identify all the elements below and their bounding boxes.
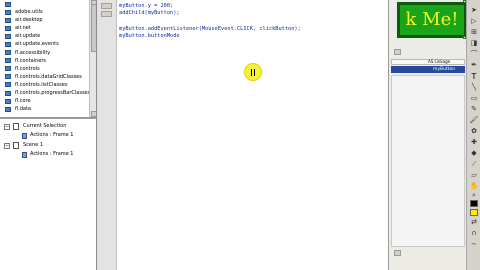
collapse-icon[interactable]: − [4,142,10,149]
library-button[interactable] [394,49,401,55]
package-icon [5,66,11,72]
pencil-tool-icon[interactable]: ✎ [469,105,479,114]
deco-tool-icon[interactable]: ✿ [469,127,479,136]
scene-actions-row[interactable]: Actions : Frame 1 [22,150,73,159]
code-line[interactable]: myButton.addEventListener(MouseEvent.CLI… [119,26,301,32]
subselect-tool-icon[interactable]: ▷ [469,17,479,26]
tree-item[interactable]: fl.controls.listClasses [0,81,96,89]
collapse-icon[interactable]: − [4,123,10,130]
tree-item[interactable]: air.desktop [0,16,96,24]
eraser-tool-icon[interactable]: ▱ [469,171,479,180]
code-line[interactable]: myButton.buttonMode [119,33,180,39]
tree-item[interactable]: air.update.events [0,40,96,48]
stage-click-button[interactable]: k Me! [397,2,467,38]
bucket-tool-icon[interactable]: ◆ [469,149,479,158]
package-icon [5,82,11,88]
current-selection-row[interactable]: − Current Selection [4,122,66,131]
lasso-tool-icon[interactable]: ⌒ [469,50,479,59]
editor-gutter [97,0,117,270]
snap-icon[interactable]: ∩ [469,229,479,238]
tree-scrollbar[interactable] [89,0,96,117]
zoom-tool-icon[interactable]: ⌕ [469,191,479,200]
tree-item[interactable]: fl.core [0,97,96,105]
package-icon [5,17,11,23]
library-list[interactable] [391,75,465,247]
gutter-button[interactable] [101,3,112,9]
script-navigator: − Current Selection Actions : Frame 1 − … [0,117,97,270]
tree-item[interactable]: fl.containers [0,57,96,65]
gradient-tool-icon[interactable]: ◨ [469,39,479,48]
tree-item[interactable]: air.net [0,24,96,32]
package-icon [5,90,11,96]
document-icon [13,123,19,130]
text-tool-icon[interactable]: T [469,72,479,81]
stage-library-panel: k Me! AS Linkage myButton [388,0,467,270]
transform-tool-icon[interactable]: ⊞ [469,28,479,37]
actions-icon [22,132,27,139]
package-icon [5,74,11,80]
eyedropper-tool-icon[interactable]: ⟋ [469,160,479,169]
rectangle-tool-icon[interactable]: ▭ [469,94,479,103]
tree-item[interactable]: fl.data [0,105,96,113]
pen-tool-icon[interactable]: ✒ [469,61,479,70]
package-icon [5,33,11,39]
stroke-color-swatch[interactable] [470,200,478,207]
library-button[interactable] [394,250,401,256]
package-icon [5,106,11,112]
actions-icon [22,151,27,158]
arrow-tool-icon[interactable]: ➤ [469,6,479,15]
tree-item[interactable]: fl.accessibility [0,49,96,57]
tree-item[interactable] [0,0,96,8]
tree-item[interactable]: adobe.utils [0,8,96,16]
swap-colors-icon[interactable]: ⇄ [469,218,479,227]
hand-tool-icon[interactable]: ✋ [469,182,479,191]
package-icon [5,58,11,64]
library-linkage-dropdown[interactable]: AS Linkage [391,59,465,65]
tree-item[interactable]: fl.controls [0,65,96,73]
code-editor[interactable]: myButton.y = 200; addChild(myButton); my… [117,0,388,270]
gutter-button[interactable] [101,11,112,17]
package-tree[interactable]: adobe.utils air.desktop air.net air.upda… [0,0,97,117]
code-line[interactable]: myButton.y = 200; [119,3,173,9]
package-icon [5,1,11,7]
tree-item[interactable]: fl.controls.progressBarClasses [0,89,96,97]
package-icon [5,25,11,31]
scene-icon [13,142,19,149]
tree-item[interactable]: fl.controls.dataGridClasses [0,73,96,81]
package-icon [5,9,11,15]
tree-item[interactable]: air.update [0,32,96,40]
tools-panel: ➤ ▷ ⊞ ◨ ⌒ ✒ T ╲ ▭ ✎ 🖌 ✿ ✚ ◆ ⟋ ▱ ✋ ⌕ ⇄ ∩ … [466,0,480,270]
library-item-mybutton[interactable]: myButton [391,66,465,73]
bone-tool-icon[interactable]: ✚ [469,138,479,147]
brush-tool-icon[interactable]: 🖌 [469,116,479,125]
tree-list: adobe.utils air.desktop air.net air.upda… [0,0,96,113]
package-icon [5,98,11,104]
smooth-icon[interactable]: ∼ [469,240,479,249]
scene-row[interactable]: − Scene 1 [4,141,43,150]
line-tool-icon[interactable]: ╲ [469,83,479,92]
code-line[interactable]: addChild(myButton); [119,10,180,16]
package-icon [5,50,11,56]
package-icon [5,42,11,48]
current-actions-row[interactable]: Actions : Frame 1 [22,131,73,140]
text-cursor-icon [251,69,255,76]
fill-color-swatch[interactable] [470,209,478,216]
